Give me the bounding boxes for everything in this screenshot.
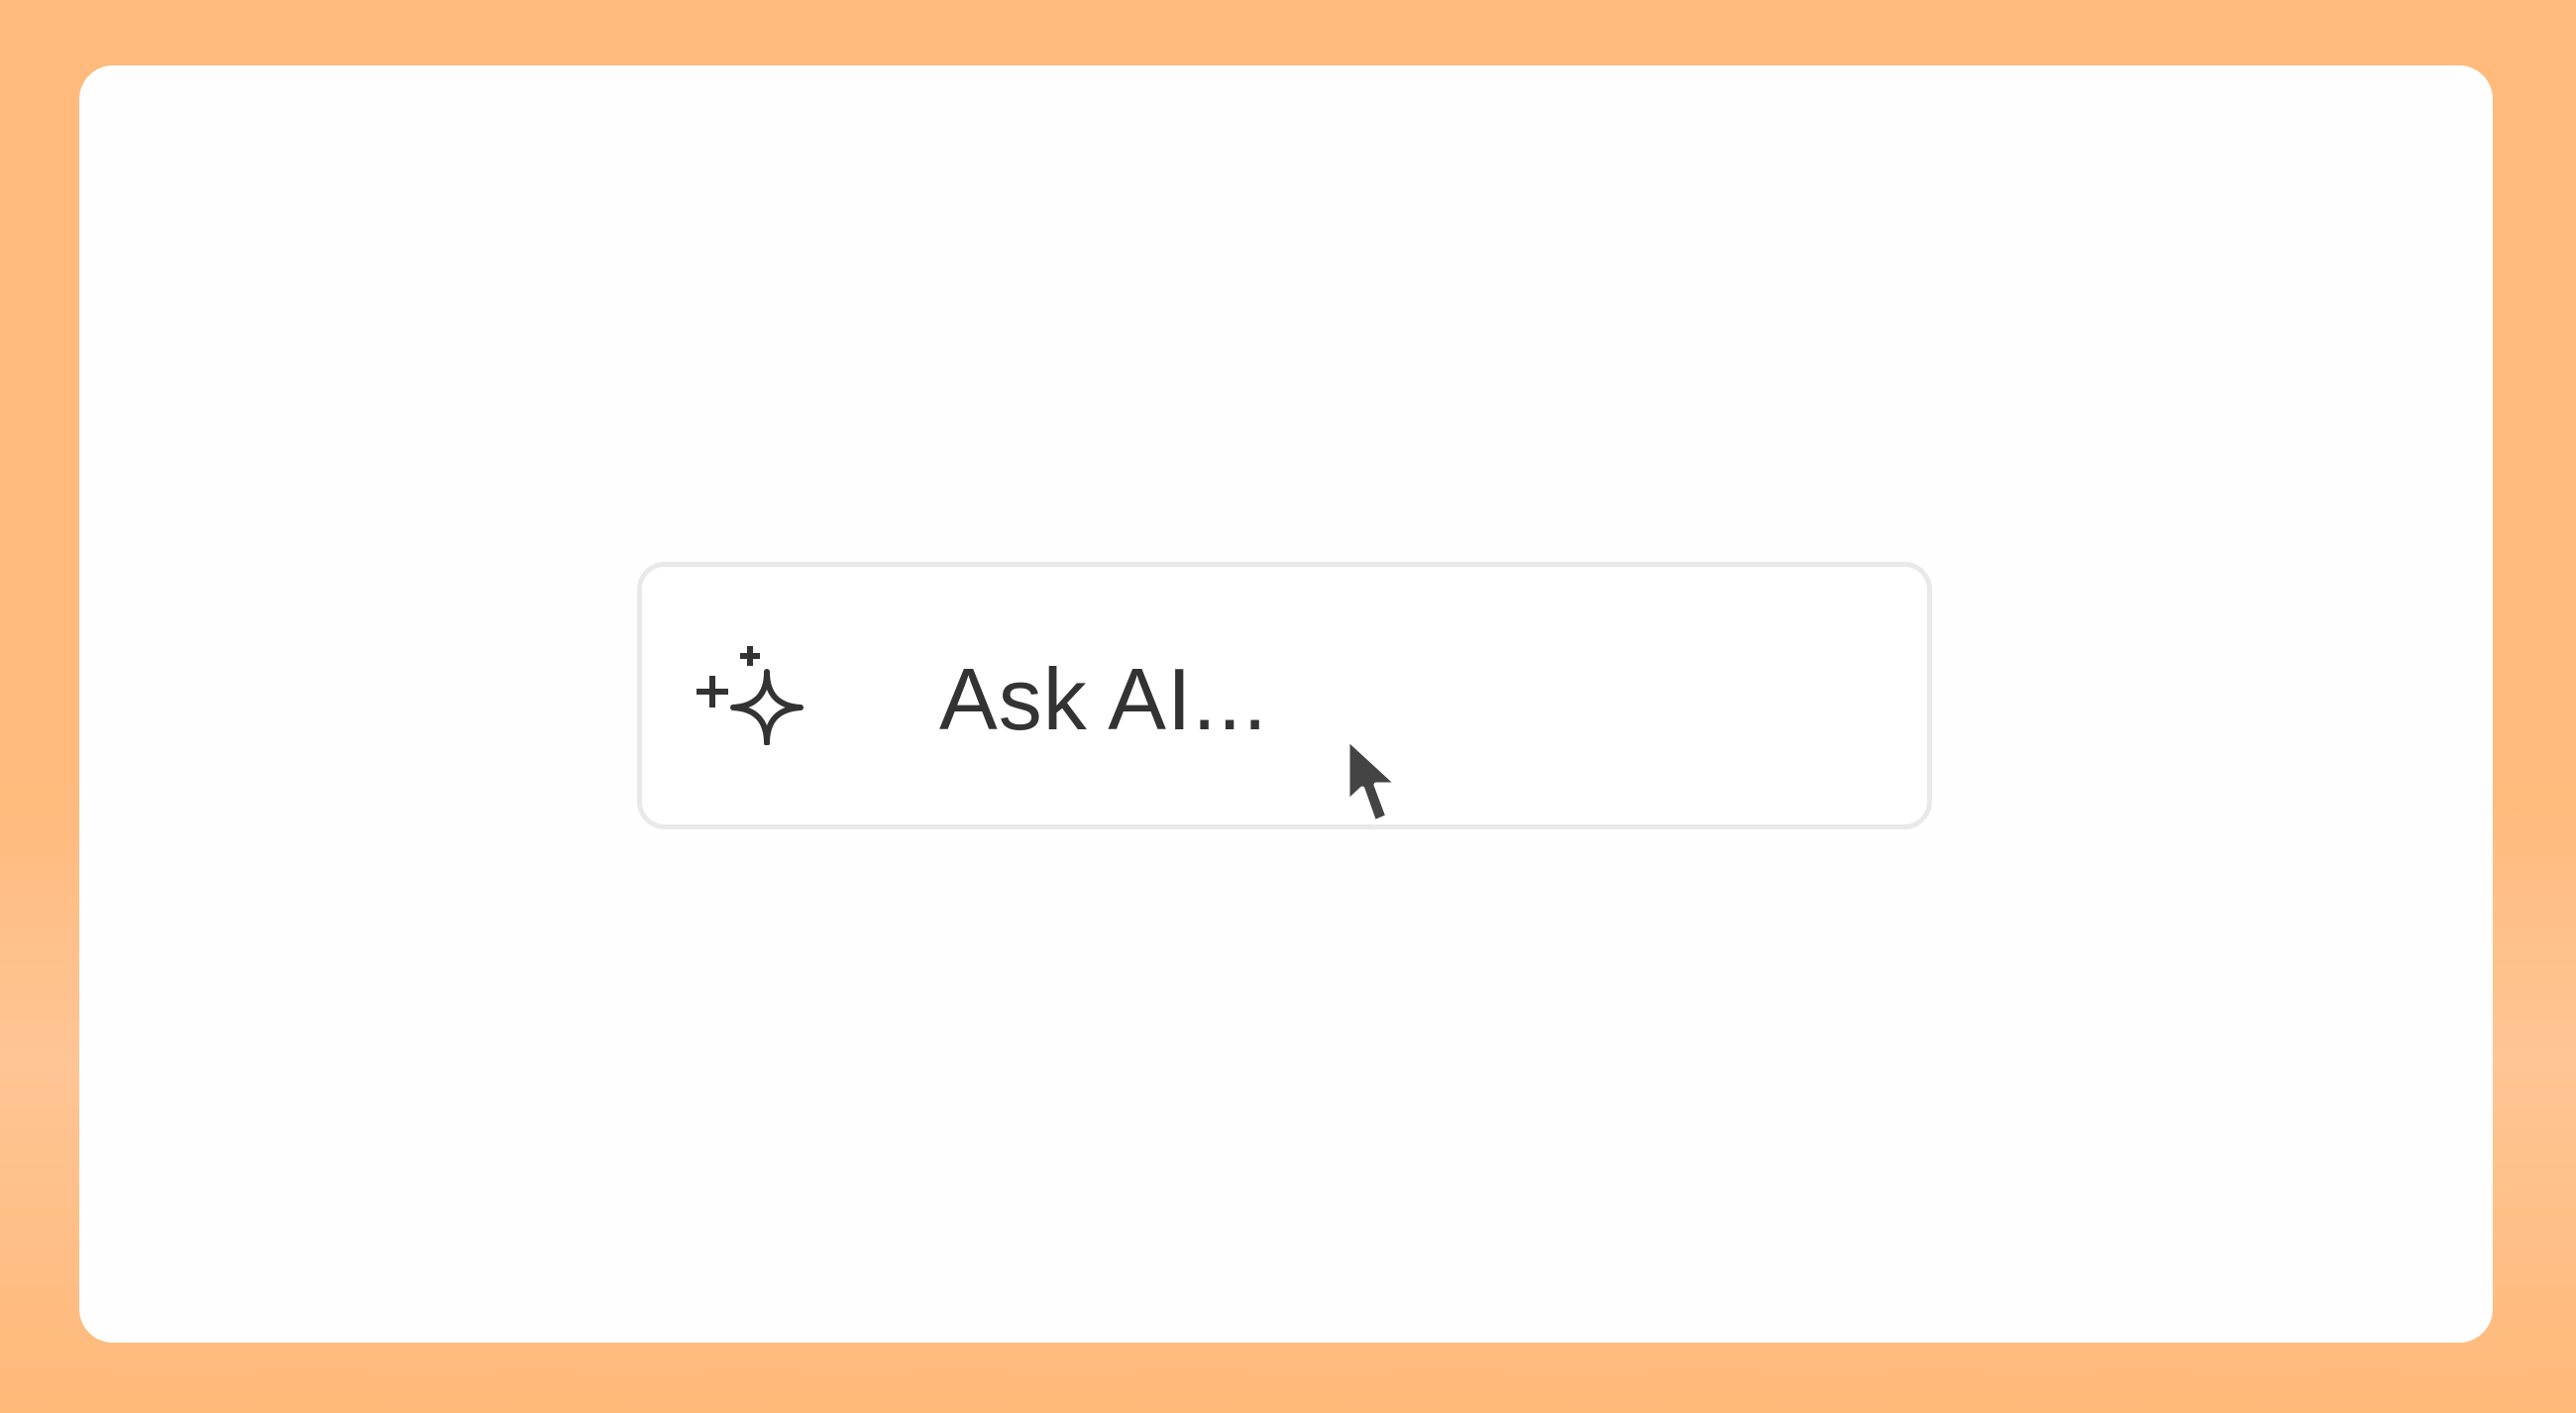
ask-ai-placeholder: Ask AI... xyxy=(939,650,1268,748)
mouse-pointer-icon xyxy=(1344,735,1401,825)
canvas: Ask AI... xyxy=(79,65,2493,1343)
ask-ai-input[interactable]: Ask AI... xyxy=(637,562,1932,829)
sparkles-icon xyxy=(697,646,804,745)
